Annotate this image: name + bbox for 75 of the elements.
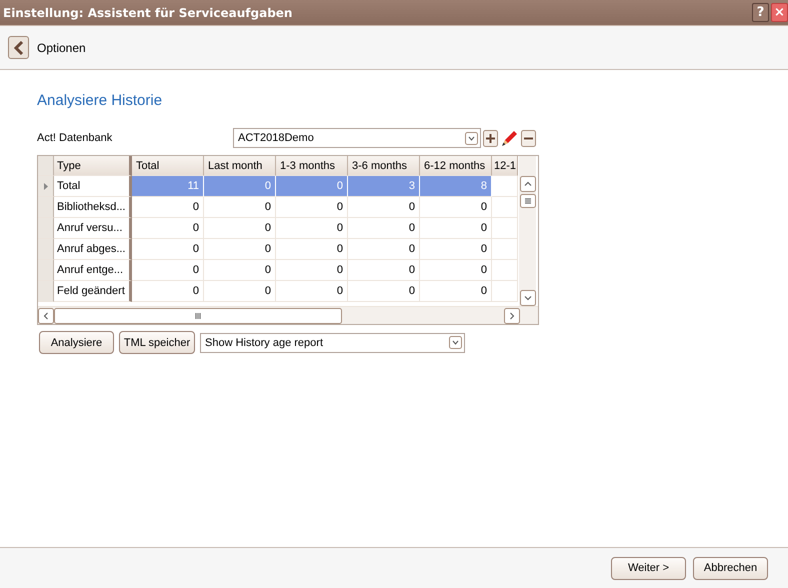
table-cell [492,218,518,239]
chevron-down-icon[interactable] [449,336,462,349]
column-header[interactable]: Last month [204,156,276,176]
column-header[interactable]: Type [54,156,132,176]
report-dropdown[interactable]: Show History age report [200,332,465,352]
table-cell: 0 [420,281,492,302]
column-header[interactable]: 6-12 months [420,156,492,176]
table-cell: 0 [276,197,348,218]
scroll-right-icon[interactable] [504,308,520,324]
row-pointer-icon[interactable] [44,182,48,190]
window-title: Einstellung: Assistent für Serviceaufgaben [3,6,292,20]
table-cell: 0 [204,239,276,260]
table-cell: 0 [420,218,492,239]
column-header[interactable]: 1-3 months [276,156,348,176]
table-cell: Feld geändert [54,281,132,302]
table-cell: 0 [204,218,276,239]
chevron-down-icon[interactable] [465,132,478,144]
table-cell: 0 [276,218,348,239]
table-cell: 0 [348,197,420,218]
table-cell: 0 [348,281,420,302]
table-cell: 0 [132,218,204,239]
next-button[interactable]: Weiter > [611,556,686,580]
pencil-icon[interactable] [500,128,519,148]
table-cell: 0 [132,260,204,281]
table-cell: 0 [276,239,348,260]
database-dropdown[interactable]: ACT2018Demo [233,128,481,148]
table-cell: 0 [348,239,420,260]
scroll-thumb-icon[interactable] [520,194,536,208]
table-cell: 0 [348,218,420,239]
database-label: Act! Datenbank [37,132,114,144]
table-cell [492,260,518,281]
analyze-button[interactable]: Analysiere [39,331,114,354]
scroll-up-icon[interactable] [520,176,536,192]
minus-icon[interactable] [521,130,536,146]
column-header[interactable]: Total [132,156,204,176]
help-button[interactable]: ? [752,3,769,22]
table-cell: 8 [420,176,492,197]
table-cell: 0 [348,260,420,281]
save-html-button[interactable]: TML speicher [119,331,195,354]
table-cell: 0 [276,281,348,302]
vertical-scrollbar[interactable] [519,156,536,306]
plus-icon[interactable] [483,130,498,146]
table-cell: 0 [204,260,276,281]
row-header[interactable] [38,176,54,197]
cancel-button[interactable]: Abbrechen [693,556,768,580]
table-cell [492,176,518,197]
table-cell: 0 [420,239,492,260]
table-cell: Bibliotheksd... [54,197,132,218]
table-cell: 0 [204,281,276,302]
table-cell: 0 [132,281,204,302]
back-button[interactable] [8,36,29,59]
table-cell [492,281,518,302]
table-cell: 0 [276,260,348,281]
scroll-left-icon[interactable] [38,308,54,324]
table-cell: 11 [132,176,204,197]
horizontal-scrollbar[interactable] [38,306,538,324]
header-title: Optionen [37,40,86,54]
scroll-thumb-icon[interactable] [54,308,342,324]
table-cell: 3 [348,176,420,197]
table-cell: Anruf abges... [54,239,132,260]
table-cell: Anruf entge... [54,260,132,281]
column-header[interactable]: 12-1 [492,156,518,176]
table-cell: 0 [204,176,276,197]
table-cell [492,239,518,260]
table-cell: Anruf versu... [54,218,132,239]
table-cell: 0 [132,239,204,260]
column-header[interactable]: 3-6 months [348,156,420,176]
table-cell: 0 [276,176,348,197]
scroll-down-icon[interactable] [520,290,536,306]
table-cell: 0 [420,260,492,281]
page-heading: Analysiere Historie [37,92,164,109]
table-cell: 0 [420,197,492,218]
table-cell [492,197,518,218]
table-cell: 0 [132,197,204,218]
table-cell: 0 [204,197,276,218]
